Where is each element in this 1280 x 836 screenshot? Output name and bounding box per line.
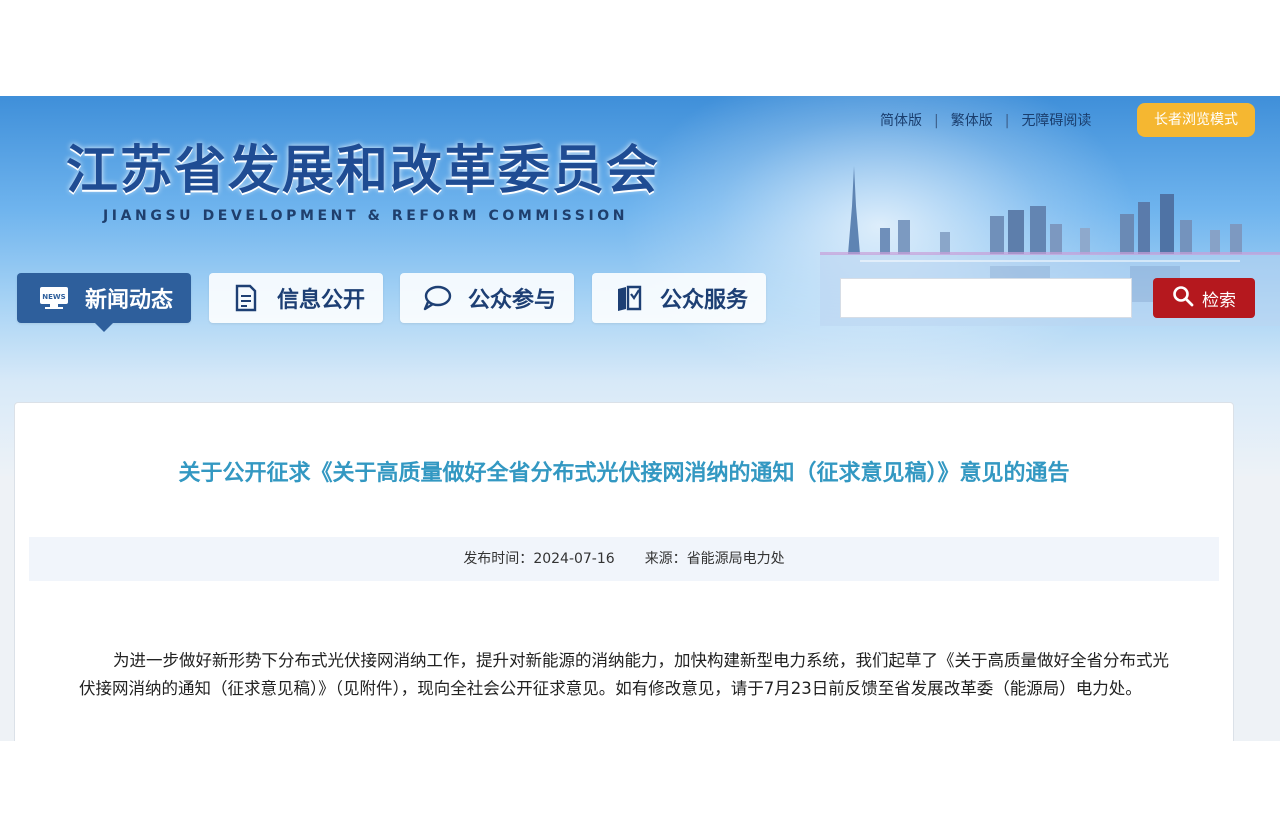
site-logo-chinese[interactable]: 江苏省发展和改革委员会	[66, 128, 660, 203]
active-nav-pointer	[95, 323, 113, 332]
article-panel: 关于公开征求《关于高质量做好全省分布式光伏接网消纳的通知（征求意见稿）》意见的通…	[14, 402, 1234, 741]
article-source: 省能源局电力处	[686, 551, 785, 567]
nav-item-label: 公众参与	[468, 288, 557, 313]
search-button-label: 检索	[1202, 290, 1236, 311]
simplified-version-link[interactable]: 简体版	[880, 113, 922, 129]
search-input[interactable]	[840, 278, 1132, 318]
news-icon-text: NEWS	[42, 293, 65, 301]
separator: |	[1004, 113, 1010, 129]
chat-bubble-icon	[422, 283, 452, 313]
article-meta-bar: 发布时间：2024-07-16 来源：省能源局电力处	[29, 537, 1219, 581]
article-body-paragraph: 为进一步做好新形势下分布式光伏接网消纳工作，提升对新能源的消纳能力，加快构建新型…	[79, 651, 1169, 698]
article-title: 关于公开征求《关于高质量做好全省分布式光伏接网消纳的通知（征求意见稿）》意见的通…	[178, 461, 1070, 486]
publish-date: 2024-07-16	[533, 551, 615, 567]
site-logo-english: JIANGSU DEVELOPMENT & REFORM COMMISSION	[103, 208, 629, 224]
separator: |	[934, 113, 939, 129]
nav-item-label: 公众服务	[660, 288, 749, 313]
search-button[interactable]: 检索	[1153, 278, 1255, 318]
nav-item-public-service[interactable]: 公众服务	[592, 273, 766, 323]
top-links: 简体版 | 繁体版 | 无障碍阅读	[880, 110, 1091, 130]
nav-item-news[interactable]: NEWS 新闻动态	[17, 273, 191, 323]
nav-item-info-disclosure[interactable]: 信息公开	[209, 273, 383, 323]
search-icon	[1172, 285, 1194, 311]
source-label: 来源：	[644, 551, 687, 567]
traditional-version-link[interactable]: 繁体版	[951, 113, 993, 129]
nav-item-label: 信息公开	[277, 288, 366, 313]
news-icon: NEWS	[39, 283, 69, 313]
accessible-reading-link[interactable]: 无障碍阅读	[1021, 113, 1091, 129]
website-frame: 江苏省发展和改革委员会 JIANGSU DEVELOPMENT & REFORM…	[0, 96, 1280, 741]
document-icon	[231, 283, 261, 313]
elder-mode-button[interactable]: 长者浏览模式	[1137, 103, 1255, 137]
nav-item-public-participation[interactable]: 公众参与	[400, 273, 574, 323]
book-icon	[614, 283, 644, 313]
publish-time-label: 发布时间：	[463, 551, 534, 567]
nav-item-label: 新闻动态	[85, 288, 174, 313]
